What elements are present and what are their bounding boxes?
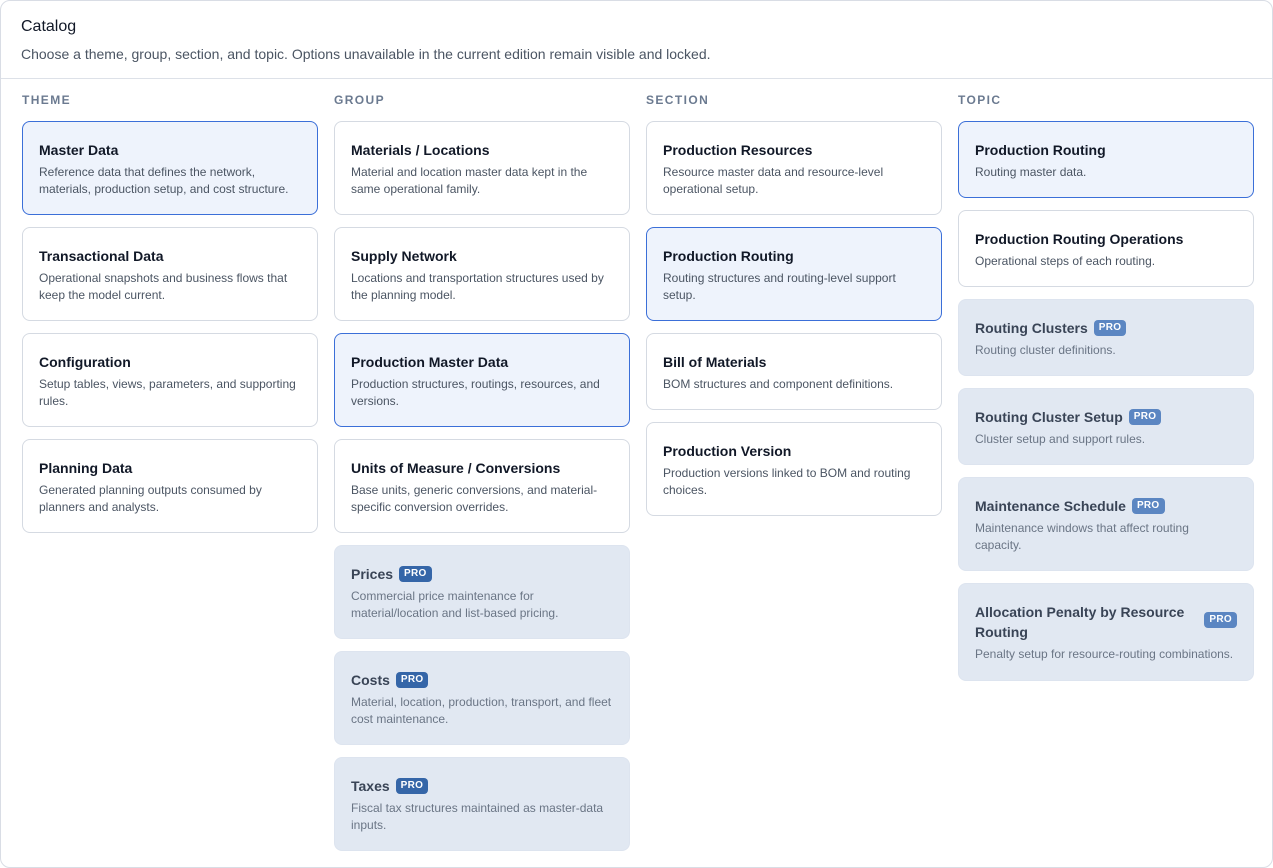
pro-badge: PRO [1093,320,1127,336]
card-title-row: Taxes PRO [351,776,613,796]
group-card-production-master-data[interactable]: Production Master Data Production struct… [334,333,630,427]
card-title: Production Routing [975,142,1106,158]
card-description: BOM structures and component definitions… [663,377,894,391]
topic-card-maintenance-schedule: Maintenance Schedule PRO Maintenance win… [958,477,1254,571]
card-title: Supply Network [351,248,457,264]
group-card-supply-network[interactable]: Supply Network Locations and transportat… [334,227,630,321]
group-card-list: Materials / Locations Material and locat… [334,121,630,851]
pro-badge: PRO [395,778,429,794]
pro-badge: PRO [1204,612,1237,628]
card-description: Base units, generic conversions, and mat… [351,483,598,514]
section-card-list: Production Resources Resource master dat… [646,121,942,516]
card-title-row: Maintenance Schedule PRO [975,496,1237,516]
topic-card-list: Production Routing Routing master data. … [958,121,1254,681]
card-description: Cluster setup and support rules. [975,432,1146,446]
section-card-production-version[interactable]: Production Version Production versions l… [646,422,942,516]
section-column-heading: SECTION [646,93,710,107]
card-title: Allocation Penalty by Resource Routing [975,604,1185,640]
pro-badge: PRO [1128,409,1162,425]
card-title-row: Costs PRO [351,670,613,690]
theme-column-heading: THEME [22,93,71,107]
card-description: Penalty setup for resource-routing combi… [975,647,1234,661]
group-card-units-of-measure[interactable]: Units of Measure / Conversions Base unit… [334,439,630,533]
card-description: Setup tables, views, parameters, and sup… [39,377,296,408]
card-description: Material and location master data kept i… [351,165,588,196]
card-title: Transactional Data [39,248,164,264]
topic-card-routing-cluster-setup: Routing Cluster Setup PRO Cluster setup … [958,388,1254,465]
card-title: Bill of Materials [663,354,767,370]
card-description: Resource master data and resource-level … [663,165,884,196]
card-description: Maintenance windows that affect routing … [975,521,1189,552]
card-title: Production Routing [663,248,794,264]
card-description: Production versions linked to BOM and ro… [663,466,911,497]
pro-badge: PRO [1131,498,1165,514]
card-title-row: Allocation Penalty by Resource Routing P… [975,602,1237,642]
group-card-taxes: Taxes PRO Fiscal tax structures maintain… [334,757,630,851]
card-title: Materials / Locations [351,142,490,158]
topic-column-heading: TOPIC [958,93,1002,107]
topic-card-allocation-penalty: Allocation Penalty by Resource Routing P… [958,583,1254,681]
theme-card-transactional-data[interactable]: Transactional Data Operational snapshots… [22,227,318,321]
card-description: Generated planning outputs consumed by p… [39,483,262,514]
topic-card-production-routing[interactable]: Production Routing Routing master data. [958,121,1254,198]
group-column: GROUP Materials / Locations Material and… [334,93,630,851]
card-title: Units of Measure / Conversions [351,460,561,476]
group-column-heading: GROUP [334,93,386,107]
card-description: Fiscal tax structures maintained as mast… [351,801,604,832]
card-title-row: Prices PRO [351,564,613,584]
catalog-panel: Catalog Choose a theme, group, section, … [0,0,1273,868]
theme-column: THEME Master Data Reference data that de… [22,93,318,851]
topic-card-production-routing-operations[interactable]: Production Routing Operations Operationa… [958,210,1254,287]
catalog-header: Catalog Choose a theme, group, section, … [1,1,1272,79]
section-card-production-resources[interactable]: Production Resources Resource master dat… [646,121,942,215]
card-title: Production Resources [663,142,813,158]
card-title: Costs [351,672,390,688]
card-title: Taxes [351,778,390,794]
section-card-bill-of-materials[interactable]: Bill of Materials BOM structures and com… [646,333,942,410]
card-title: Planning Data [39,460,133,476]
card-title: Master Data [39,142,119,158]
pro-badge: PRO [395,672,429,688]
card-title: Maintenance Schedule [975,498,1126,514]
card-title: Configuration [39,354,131,370]
card-description: Routing cluster definitions. [975,343,1116,357]
card-title: Routing Cluster Setup [975,409,1123,425]
section-card-production-routing[interactable]: Production Routing Routing structures an… [646,227,942,321]
topic-column: TOPIC Production Routing Routing master … [958,93,1254,851]
card-description: Routing master data. [975,165,1087,179]
page-title: Catalog [21,18,77,35]
theme-card-list: Master Data Reference data that defines … [22,121,318,533]
card-description: Production structures, routings, resourc… [351,377,600,408]
card-title: Production Version [663,443,792,459]
card-title-row: Routing Clusters PRO [975,318,1237,338]
card-description: Material, location, production, transpor… [351,695,612,726]
card-title: Routing Clusters [975,320,1088,336]
pro-badge: PRO [399,566,432,582]
theme-card-configuration[interactable]: Configuration Setup tables, views, param… [22,333,318,427]
card-title: Production Routing Operations [975,231,1184,247]
group-card-materials-locations[interactable]: Materials / Locations Material and locat… [334,121,630,215]
card-description: Routing structures and routing-level sup… [663,271,896,302]
card-description: Locations and transportation structures … [351,271,604,302]
section-column: SECTION Production Resources Resource ma… [646,93,942,851]
page-subtitle: Choose a theme, group, section, and topi… [21,46,711,62]
theme-card-master-data[interactable]: Master Data Reference data that defines … [22,121,318,215]
card-description: Commercial price maintenance for materia… [351,589,559,620]
card-title-row: Routing Cluster Setup PRO [975,407,1237,427]
group-card-costs: Costs PRO Material, location, production… [334,651,630,745]
card-title: Production Master Data [351,354,509,370]
card-description: Operational steps of each routing. [975,254,1156,268]
theme-card-planning-data[interactable]: Planning Data Generated planning outputs… [22,439,318,533]
catalog-columns: THEME Master Data Reference data that de… [22,93,1254,851]
group-card-prices: Prices PRO Commercial price maintenance … [334,545,630,639]
card-description: Reference data that defines the network,… [39,165,289,196]
topic-card-routing-clusters: Routing Clusters PRO Routing cluster def… [958,299,1254,376]
card-description: Operational snapshots and business flows… [39,271,288,302]
card-title: Prices [351,566,394,582]
